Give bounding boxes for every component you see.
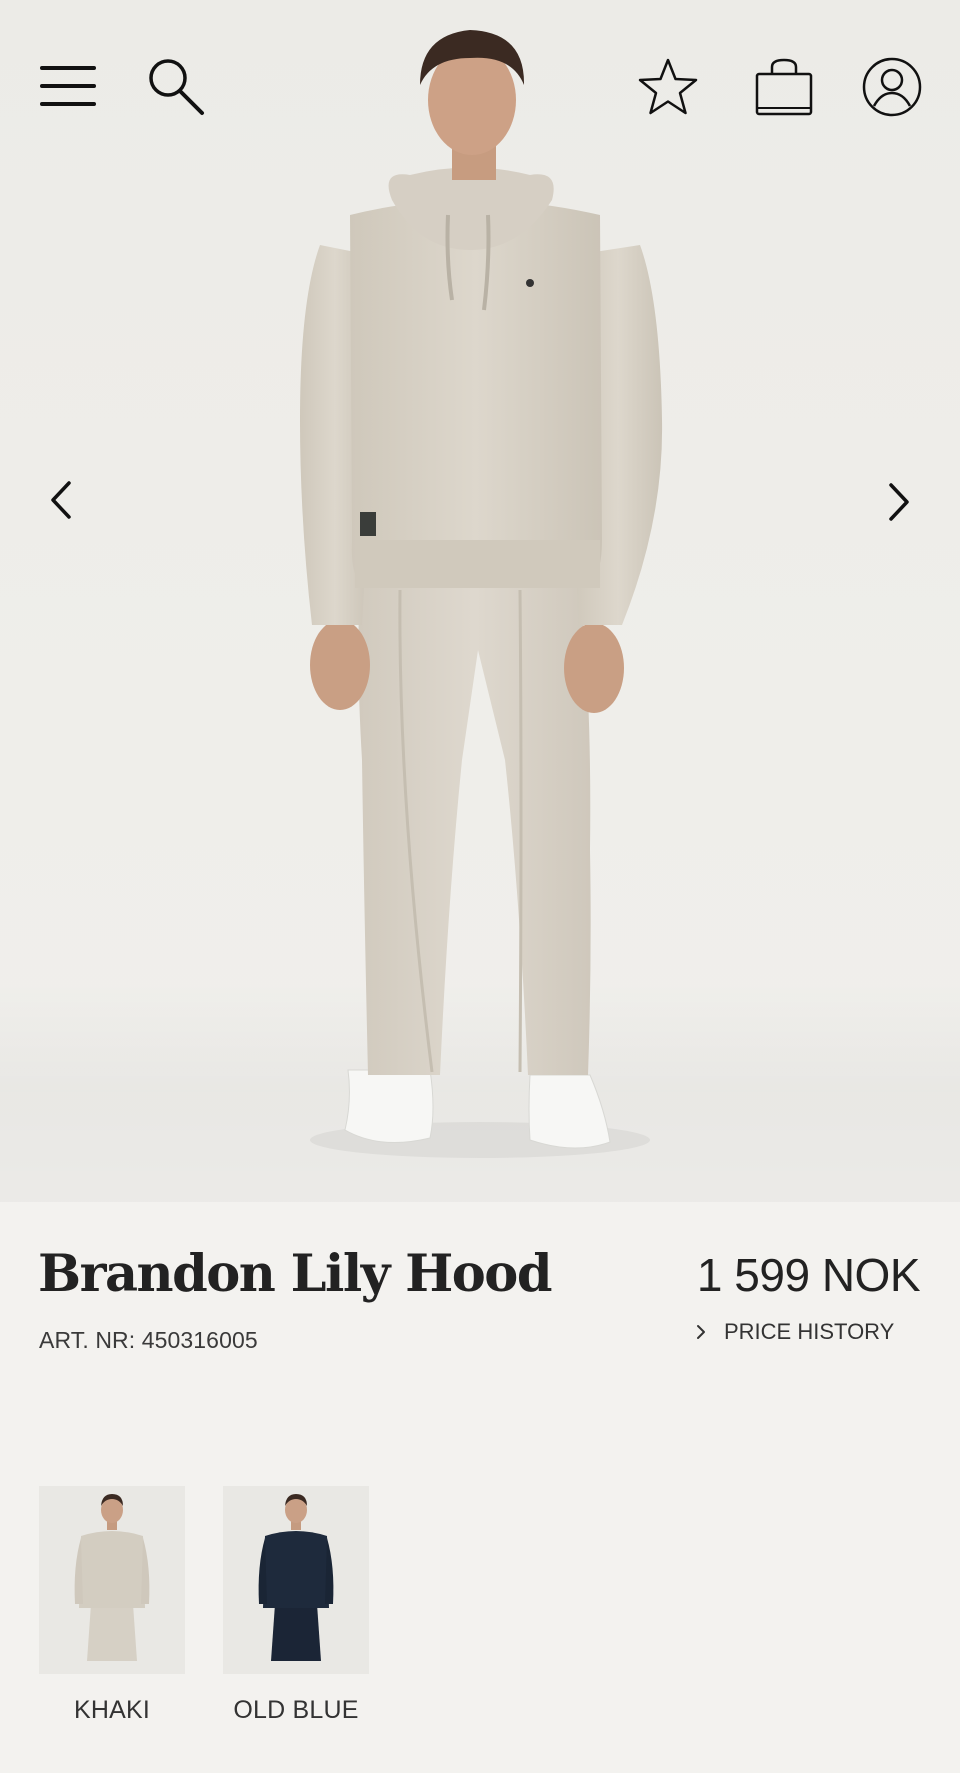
color-variant-khaki[interactable]: KHAKI (39, 1486, 185, 1724)
gallery-prev-button[interactable] (36, 470, 84, 530)
search-button[interactable] (142, 54, 208, 120)
chevron-right-icon (889, 483, 909, 521)
price-history-link[interactable]: PRICE HISTORY (696, 1319, 894, 1345)
color-variant-old-blue[interactable]: OLD BLUE (223, 1486, 369, 1724)
variant-thumbnail (223, 1486, 369, 1674)
variant-thumbnail (39, 1486, 185, 1674)
product-price: 1 599 NOK (696, 1249, 921, 1301)
shopping-bag-button[interactable] (752, 54, 816, 120)
product-photo-model (300, 30, 663, 1158)
favorites-button[interactable] (636, 54, 700, 120)
search-icon (149, 59, 204, 115)
product-page: Brandon Lily Hood ART. NR: 450316005 1 5… (0, 0, 960, 1773)
menu-button[interactable] (36, 56, 100, 116)
chevron-right-icon (696, 1323, 710, 1341)
account-button[interactable] (860, 54, 924, 120)
favorite-star-icon (638, 58, 698, 115)
product-title: Brandon Lily Hood (38, 1244, 553, 1304)
price-history-label: PRICE HISTORY (724, 1319, 895, 1344)
chevron-left-icon (51, 481, 71, 519)
account-icon (862, 57, 922, 117)
product-image-gallery[interactable] (0, 0, 960, 1202)
shopping-bag-icon (755, 58, 813, 116)
variant-label: KHAKI (73, 1696, 151, 1724)
article-number: ART. NR: 450316005 (39, 1327, 258, 1353)
gallery-next-button[interactable] (876, 472, 924, 532)
variant-label: OLD BLUE (233, 1696, 359, 1724)
menu-icon (40, 66, 96, 106)
